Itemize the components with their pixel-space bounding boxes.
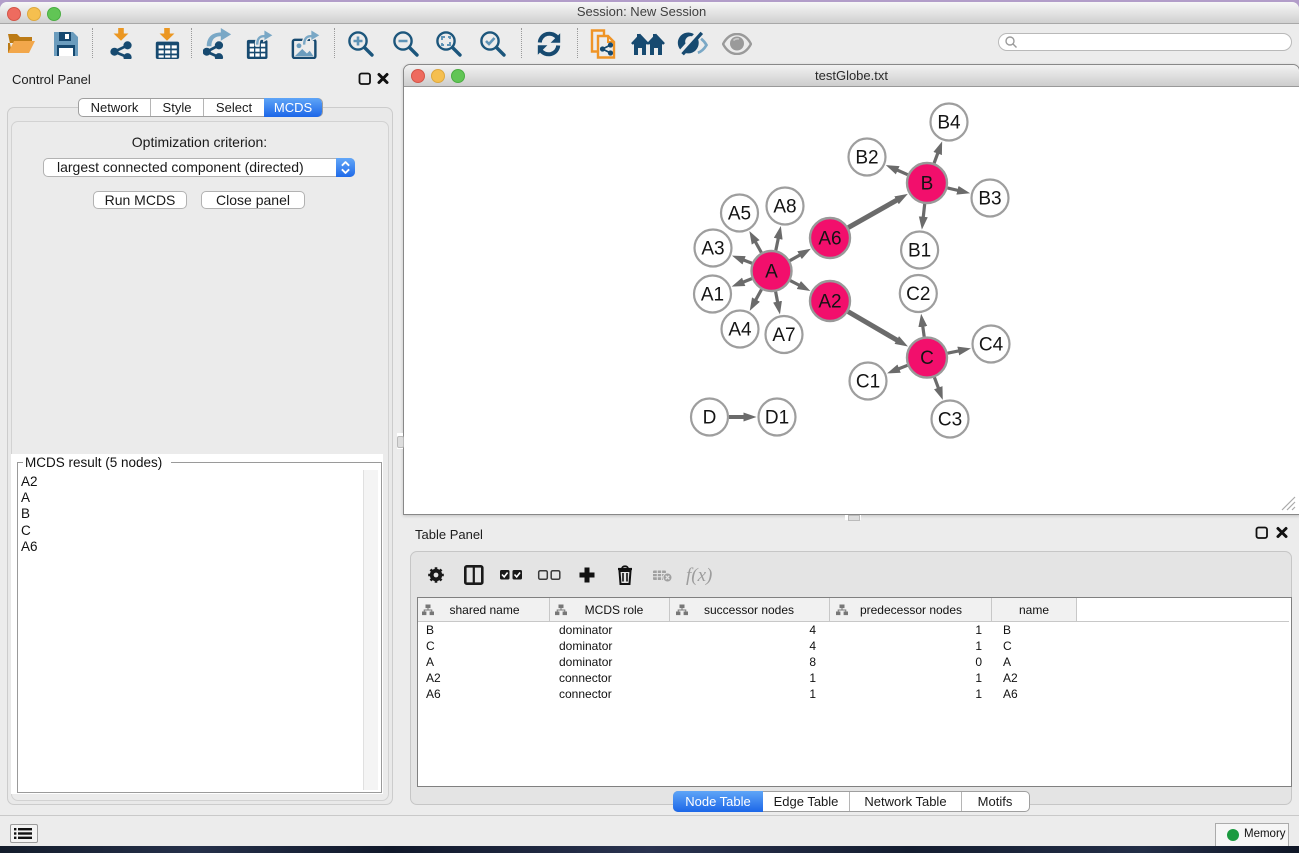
- svg-text:A4: A4: [728, 320, 752, 341]
- svg-text:A3: A3: [701, 239, 724, 260]
- svg-text:A: A: [765, 262, 778, 283]
- svg-text:A1: A1: [701, 285, 724, 306]
- svg-text:A5: A5: [728, 204, 751, 225]
- svg-text:D1: D1: [765, 408, 789, 429]
- svg-text:C3: C3: [938, 410, 962, 431]
- svg-text:B2: B2: [855, 148, 878, 169]
- svg-text:A6: A6: [818, 229, 841, 250]
- svg-text:C2: C2: [906, 284, 930, 305]
- svg-text:A2: A2: [818, 292, 841, 313]
- svg-text:f(x): f(x): [686, 565, 712, 586]
- svg-text:A7: A7: [772, 325, 795, 346]
- svg-text:B3: B3: [978, 189, 1001, 210]
- svg-text:C4: C4: [979, 335, 1004, 356]
- svg-text:D: D: [703, 408, 717, 429]
- svg-text:B1: B1: [908, 241, 931, 262]
- svg-text:C1: C1: [856, 372, 880, 393]
- svg-text:A8: A8: [773, 197, 796, 218]
- svg-text:B4: B4: [937, 113, 961, 134]
- svg-text:C: C: [920, 348, 934, 369]
- svg-text:B: B: [921, 174, 934, 195]
